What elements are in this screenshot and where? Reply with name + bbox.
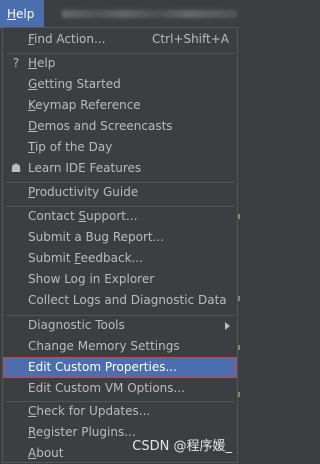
menu-item-label: About — [28, 446, 64, 460]
menu-item-label: Find Action... — [28, 32, 106, 46]
menu-item-contact-support[interactable]: Contact Support... — [3, 206, 237, 227]
help-dropdown-menu: Find Action... Ctrl+Shift+A ? Help Getti… — [2, 27, 238, 463]
help-menu-button[interactable]: Help — [0, 0, 44, 28]
menu-item-submit-bug-report[interactable]: Submit a Bug Report... — [3, 227, 237, 248]
menu-item-edit-custom-properties[interactable]: Edit Custom Properties... — [3, 357, 237, 378]
graduation-cap-icon: ☗ — [10, 161, 22, 175]
menu-item-label: Change Memory Settings — [28, 339, 180, 353]
menu-item-label: Getting Started — [28, 77, 121, 91]
menu-item-label: Learn IDE Features — [28, 161, 142, 175]
menu-item-label: Check for Updates... — [28, 404, 151, 418]
menu-item-keymap-reference[interactable]: Keymap Reference — [3, 95, 237, 116]
menu-item-label: Edit Custom VM Options... — [28, 381, 185, 395]
menu-item-collect-logs[interactable]: Collect Logs and Diagnostic Data — [3, 290, 237, 311]
menu-item-label: Help — [28, 56, 56, 70]
shortcut-label: Ctrl+Shift+A — [152, 32, 229, 46]
editor-edge-marker — [238, 296, 240, 301]
help-menu-mnemonic: H — [7, 7, 17, 21]
menu-item-label: Collect Logs and Diagnostic Data — [28, 293, 227, 307]
menu-item-show-log[interactable]: Show Log in Explorer — [3, 269, 237, 290]
menu-item-edit-custom-vm-options[interactable]: Edit Custom VM Options... — [3, 378, 237, 399]
menu-item-label: Submit Feedback... — [28, 251, 143, 265]
editor-edge-marker — [238, 345, 240, 350]
menu-item-label: Register Plugins... — [28, 425, 136, 439]
menu-item-find-action[interactable]: Find Action... Ctrl+Shift+A — [3, 29, 237, 50]
menu-item-learn-ide-features[interactable]: ☗ Learn IDE Features — [3, 158, 237, 179]
menu-item-label: Tip of the Day — [28, 140, 113, 154]
menu-item-label: Show Log in Explorer — [28, 272, 155, 286]
menu-item-label: Diagnostic Tools — [28, 318, 125, 332]
menu-item-label: Edit Custom Properties... — [28, 360, 177, 374]
menu-item-label: Demos and Screencasts — [28, 119, 173, 133]
menu-item-check-for-updates[interactable]: Check for Updates... — [3, 401, 237, 422]
menu-item-change-memory[interactable]: Change Memory Settings — [3, 336, 237, 357]
editor-edge-marker — [238, 214, 240, 219]
blurred-window-title — [62, 10, 237, 18]
menu-item-submit-feedback[interactable]: Submit Feedback... — [3, 248, 237, 269]
menu-item-label: Keymap Reference — [28, 98, 141, 112]
editor-edge-marker — [238, 392, 240, 397]
menu-item-tip-of-the-day[interactable]: Tip of the Day — [3, 137, 237, 158]
menu-item-demos-screencasts[interactable]: Demos and Screencasts — [3, 116, 237, 137]
menu-item-label: Contact Support... — [28, 209, 138, 223]
menu-item-label: Submit a Bug Report... — [28, 230, 165, 244]
question-icon: ? — [12, 56, 20, 70]
menu-item-productivity-guide[interactable]: Productivity Guide — [3, 182, 237, 203]
menu-bar: Help — [0, 0, 240, 28]
watermark-text: CSDN @程序媛_ — [132, 439, 232, 454]
menu-item-getting-started[interactable]: Getting Started — [3, 74, 237, 95]
submenu-arrow-icon — [225, 322, 230, 330]
help-menu-label: elp — [16, 7, 35, 21]
menu-item-diagnostic-tools[interactable]: Diagnostic Tools — [3, 315, 237, 336]
menu-item-label: Productivity Guide — [28, 185, 139, 199]
menu-item-help[interactable]: ? Help — [3, 53, 237, 74]
